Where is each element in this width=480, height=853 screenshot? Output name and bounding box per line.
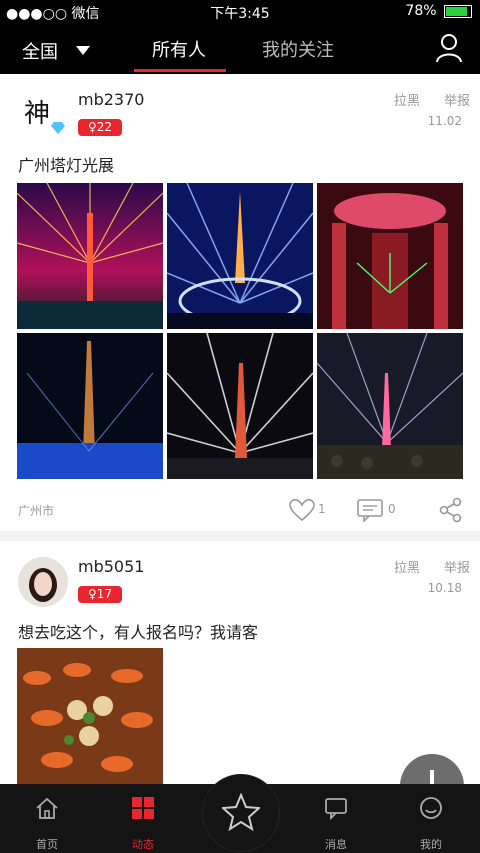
- region-selector[interactable]: 全国: [22, 38, 58, 64]
- smiley-icon: [420, 797, 442, 819]
- like-count: 1: [318, 502, 326, 516]
- photo-thumbnail[interactable]: [17, 648, 163, 784]
- username[interactable]: mb2370: [78, 90, 144, 109]
- comment-count: 0: [388, 502, 396, 516]
- report-button[interactable]: 举报: [444, 557, 470, 576]
- photo-thumbnail[interactable]: [317, 333, 463, 479]
- tab-feed-label: 动态: [132, 838, 154, 851]
- tab-messages-label: 消息: [325, 838, 347, 851]
- share-icon[interactable]: [438, 497, 464, 523]
- heart-icon[interactable]: [288, 498, 316, 522]
- comment-icon[interactable]: [356, 498, 384, 522]
- tab-messages[interactable]: 消息: [306, 796, 366, 852]
- top-navbar: 全国 所有人 我的关注: [0, 24, 480, 74]
- feed[interactable]: 神 mb2370 ♀22 拉黑 举报 11.02 广州塔灯光展 广州市 1 0 …: [0, 74, 480, 784]
- post-text: 广州塔灯光展: [18, 156, 115, 175]
- tab-profile[interactable]: 我的: [401, 796, 461, 852]
- post-date: 11.02: [427, 114, 462, 128]
- user-profile-icon[interactable]: [436, 33, 462, 63]
- message-icon: [325, 798, 347, 820]
- battery-icon: [444, 4, 472, 18]
- block-button[interactable]: 拉黑: [394, 557, 420, 576]
- tab-following[interactable]: 我的关注: [262, 36, 334, 62]
- tab-home-label: 首页: [36, 838, 58, 851]
- block-button[interactable]: 拉黑: [394, 90, 420, 109]
- svg-text:神: 神: [24, 99, 50, 129]
- tab-everyone[interactable]: 所有人: [152, 36, 206, 62]
- level-badge: ♀22: [78, 119, 123, 136]
- star-icon: [222, 793, 260, 831]
- post-card[interactable]: 神 mb2370 ♀22 拉黑 举报 11.02 广州塔灯光展 广州市 1 0: [0, 74, 480, 531]
- home-icon: [36, 797, 58, 819]
- photo-thumbnail[interactable]: [17, 333, 163, 479]
- level-badge: ♀17: [78, 586, 123, 603]
- center-star-button[interactable]: [202, 774, 280, 852]
- avatar[interactable]: 神: [18, 90, 68, 140]
- post-date: 10.18: [427, 581, 462, 595]
- active-tab-indicator: [134, 69, 226, 72]
- battery-percent: 78%: [405, 3, 437, 19]
- photo-thumbnail[interactable]: [17, 183, 163, 329]
- tab-home[interactable]: 首页: [17, 796, 77, 852]
- photo-thumbnail[interactable]: [317, 183, 463, 329]
- avatar[interactable]: [18, 557, 68, 607]
- username[interactable]: mb5051: [78, 557, 144, 576]
- tab-profile-label: 我的: [420, 838, 442, 851]
- status-right: 78%: [405, 3, 472, 19]
- post-text: 想去吃这个，有人报名吗？我请客: [18, 623, 259, 642]
- photo-thumbnail[interactable]: [167, 183, 313, 329]
- post-location: 广州市: [18, 504, 55, 518]
- caret-down-icon[interactable]: [76, 46, 90, 55]
- tab-feed[interactable]: 动态: [113, 796, 173, 852]
- post-card[interactable]: mb5051 ♀17 拉黑 举报 10.18 想去吃这个，有人报名吗？我请客: [0, 541, 480, 784]
- status-bar: ●●●○○ 微信 下午3:45 78%: [0, 0, 480, 24]
- photo-thumbnail[interactable]: [167, 333, 313, 479]
- report-button[interactable]: 举报: [444, 90, 470, 109]
- feed-grid-icon: [132, 797, 154, 819]
